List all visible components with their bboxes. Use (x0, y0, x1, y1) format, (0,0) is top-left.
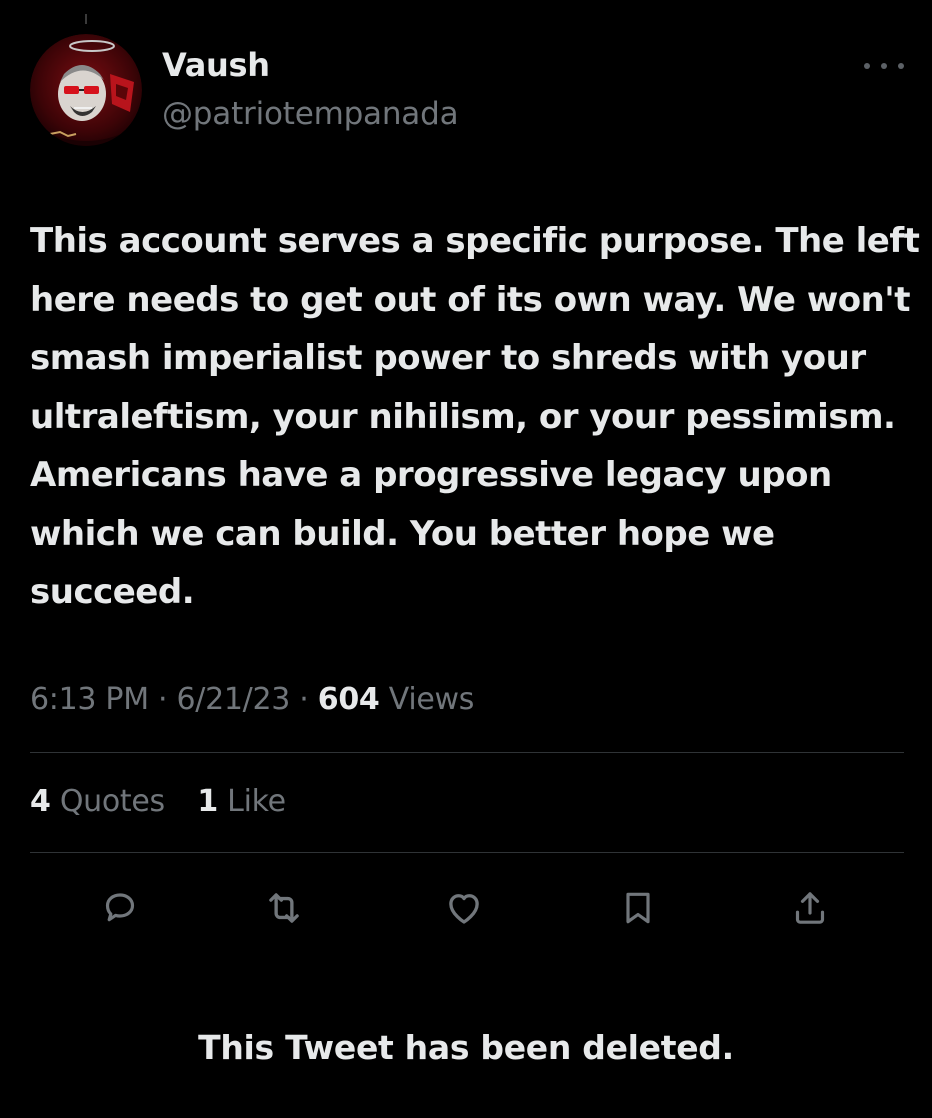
tweet-date[interactable]: 6/21/23 (177, 682, 291, 717)
action-bar (0, 882, 932, 934)
divider (30, 852, 904, 853)
tweet-time[interactable]: 6:13 PM (30, 682, 149, 717)
author-display-name[interactable]: Vaush (162, 46, 270, 84)
retweet-icon (269, 893, 299, 923)
like-button[interactable] (438, 882, 490, 934)
quotes-count: 4 (30, 784, 51, 819)
avatar-image (30, 34, 142, 146)
author-handle[interactable]: @patriotempanada (162, 96, 459, 132)
views-label: Views (379, 682, 475, 717)
likes-label: Like (217, 784, 286, 819)
meta-separator: · (148, 682, 177, 717)
bookmark-icon (626, 892, 650, 924)
quotes-stat[interactable]: 4 Quotes (30, 784, 165, 819)
likes-count: 1 (197, 784, 218, 819)
quotes-label: Quotes (50, 784, 165, 819)
meta-separator: · (290, 682, 318, 717)
reply-button[interactable] (94, 882, 146, 934)
share-button[interactable] (784, 882, 836, 934)
top-tick-mark (85, 14, 87, 24)
avatar[interactable] (30, 34, 142, 146)
divider (30, 752, 904, 753)
share-icon (795, 892, 825, 924)
tweet-stats: 4 Quotes 1 Like (30, 784, 286, 819)
views-count: 604 (317, 682, 380, 717)
tweet-deleted-notice: This Tweet has been deleted. (198, 1028, 734, 1067)
reply-icon (105, 893, 135, 922)
likes-stat[interactable]: 1 Like (197, 784, 286, 819)
tweet-text: This account serves a specific purpose. … (30, 221, 920, 612)
more-options-icon[interactable] (864, 56, 904, 76)
retweet-button[interactable] (258, 882, 310, 934)
heart-icon (449, 894, 479, 924)
tweet-meta: 6:13 PM · 6/21/23 · 604 Views (30, 682, 474, 717)
bookmark-button[interactable] (612, 882, 664, 934)
